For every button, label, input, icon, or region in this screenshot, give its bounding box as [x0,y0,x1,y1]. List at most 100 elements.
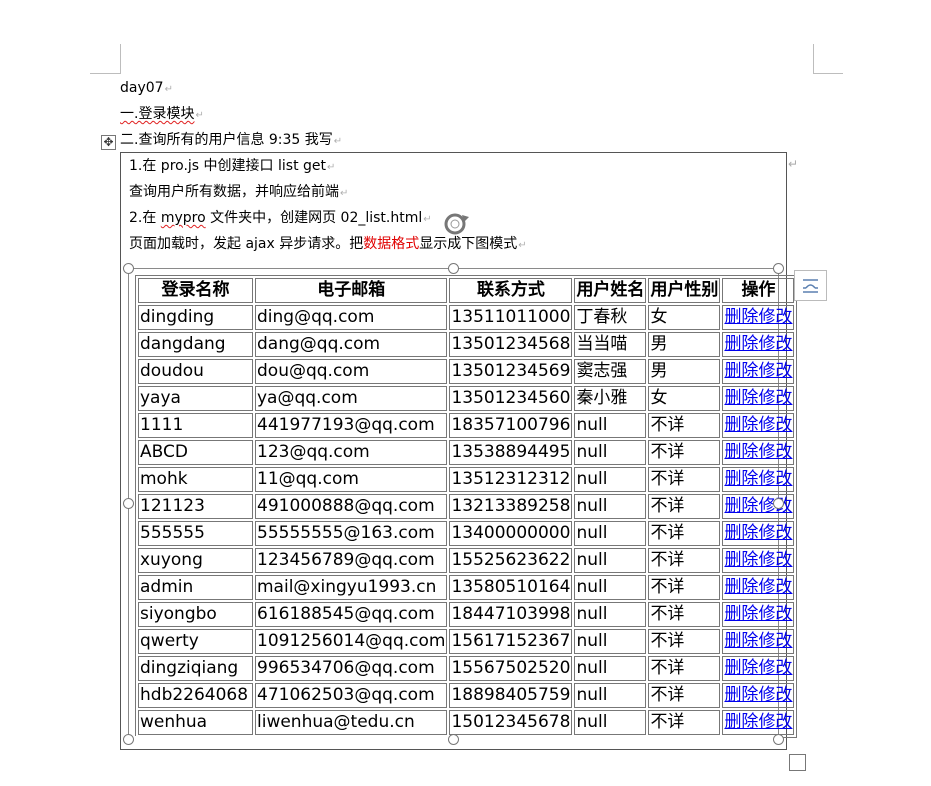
resize-handle-top[interactable] [448,263,459,274]
cell-user-name: null [574,683,647,708]
cell-email: ya@qq.com [255,386,448,411]
table-row: doudou dou@qq.com 13501234569 窦志强男删除修改 [138,359,795,384]
edit-link[interactable]: 修改 [758,631,792,651]
delete-link[interactable]: 删除 [724,658,758,678]
edit-link[interactable]: 修改 [758,577,792,597]
table-row: dingziqiang 996534706@qq.com 15567502520 nu… [138,656,795,681]
table-header-row: 登录名称 电子邮箱 联系方式 用户姓名 用户性别 操作 [138,278,795,303]
cell-email: 441977193@qq.com [255,413,448,438]
table-row: xuyong 123456789@qq.com 15525623622 null 不详删… [138,548,795,573]
cell-phone: 13580510164 [449,575,573,600]
frame-line-2[interactable]: 查询用户所有数据，并响应给前端↵ [129,184,348,202]
delete-link[interactable]: 删除 [724,577,758,597]
table-row: dingding ding@qq.com 13511011000 丁春秋女删除修改 [138,305,795,330]
cell-email: 123@qq.com [255,440,448,465]
edit-link[interactable]: 修改 [758,361,792,381]
delete-link[interactable]: 删除 [724,361,758,381]
delete-link[interactable]: 删除 [724,388,758,408]
cell-login-name: mohk [138,467,253,492]
edit-link[interactable]: 修改 [758,523,792,543]
frame-line-4[interactable]: 页面加载时，发起 ajax 异步请求。把数据格式显示成下图模式↵ [129,236,527,254]
cell-login-name: wenhua [138,710,253,735]
delete-link[interactable]: 删除 [724,334,758,354]
resize-handle-right[interactable] [773,498,784,509]
resize-handle-left[interactable] [123,498,134,509]
cell-email: 491000888@qq.com [255,494,448,519]
edit-link[interactable]: 修改 [758,604,792,624]
cell-login-name: yaya [138,386,253,411]
cell-actions: 删除修改 [722,656,795,681]
cell-login-name: 121123 [138,494,253,519]
resize-handle-bottom[interactable] [448,734,459,745]
frame-line-text: 1.在 pro.js 中创建接口 list get [129,158,326,174]
table-row: wenhua liwenhua@tedu.cn 15012345678 null 不详删… [138,710,795,735]
cell-login-name: xuyong [138,548,253,573]
paragraph-mark-icon: ↵ [195,110,204,121]
delete-link[interactable]: 删除 [724,712,758,732]
edit-link[interactable]: 修改 [758,685,792,705]
cell-actions: 删除修改 [722,305,795,330]
frame-line-text: 页面加载时，发起 ajax 异步请求。把 [129,236,364,252]
cell-email: dang@qq.com [255,332,448,357]
cell-gender: 不详 [648,494,721,519]
paragraph-mark-icon: ↵ [327,162,336,173]
cell-gender: 不详 [648,656,721,681]
doc-line-day[interactable]: day07↵ [120,80,173,98]
table-row: 555555 55555555@163.com 13400000000 null 不详删… [138,521,795,546]
header-gender: 用户性别 [648,278,721,303]
cell-actions: 删除修改 [722,494,795,519]
cell-phone: 13538894495 [449,440,573,465]
cell-actions: 删除修改 [722,359,795,384]
table-move-icon[interactable]: ✥ [101,135,116,150]
resize-handle-top-left[interactable] [123,263,134,274]
cell-login-name: dangdang [138,332,253,357]
header-phone: 联系方式 [449,278,573,303]
delete-link[interactable]: 删除 [724,523,758,543]
edit-link[interactable]: 修改 [758,334,792,354]
cell-email: 996534706@qq.com [255,656,448,681]
delete-link[interactable]: 删除 [724,442,758,462]
table-resize-handle[interactable] [789,754,806,771]
header-user-name: 用户姓名 [574,278,647,303]
cell-actions: 删除修改 [722,629,795,654]
delete-link[interactable]: 删除 [724,496,758,516]
frame-line-1[interactable]: 1.在 pro.js 中创建接口 list get↵ [129,158,335,176]
edit-link[interactable]: 修改 [758,712,792,732]
doc-line-query-users[interactable]: 二.查询所有的用户信息 9:35 我写↵ [120,132,342,150]
edit-link[interactable]: 修改 [758,415,792,435]
header-actions: 操作 [722,278,795,303]
table-row: admin mail@xingyu1993.cn 13580510164 null 不详… [138,575,795,600]
cell-actions: 删除修改 [722,413,795,438]
cell-user-name: 丁春秋 [574,305,647,330]
delete-link[interactable]: 删除 [724,415,758,435]
resize-handle-top-right[interactable] [773,263,784,274]
delete-link[interactable]: 删除 [724,550,758,570]
edit-link[interactable]: 修改 [758,550,792,570]
cell-email: 471062503@qq.com [255,683,448,708]
edit-link[interactable]: 修改 [758,307,792,327]
edit-link[interactable]: 修改 [758,388,792,408]
delete-link[interactable]: 删除 [724,307,758,327]
delete-link[interactable]: 删除 [724,469,758,489]
edit-link[interactable]: 修改 [758,469,792,489]
layout-options-button[interactable] [794,270,827,301]
paragraph-mark-icon: ↵ [164,84,173,95]
cell-actions: 删除修改 [722,683,795,708]
table-row: qwerty 1091256014@qq.com 15617152367 null 不详… [138,629,795,654]
delete-link[interactable]: 删除 [724,685,758,705]
frame-line-3[interactable]: 2.在 mypro 文件夹中，创建网页 02_list.html↵ [129,210,432,228]
cell-phone: 13501234560 [449,386,573,411]
cell-gender: 不详 [648,467,721,492]
rotate-icon[interactable] [440,211,470,237]
doc-line-login-module[interactable]: 一.登录模块↵ [120,106,204,124]
delete-link[interactable]: 删除 [724,604,758,624]
cell-gender: 不详 [648,629,721,654]
paragraph-mark-icon: ↵ [423,214,432,225]
table-row: 121123 491000888@qq.com 13213389258 null 不详删… [138,494,795,519]
delete-link[interactable]: 删除 [724,631,758,651]
resize-handle-bottom-left[interactable] [123,734,134,745]
cell-gender: 不详 [648,602,721,627]
edit-link[interactable]: 修改 [758,658,792,678]
resize-handle-bottom-right[interactable] [773,734,784,745]
edit-link[interactable]: 修改 [758,442,792,462]
